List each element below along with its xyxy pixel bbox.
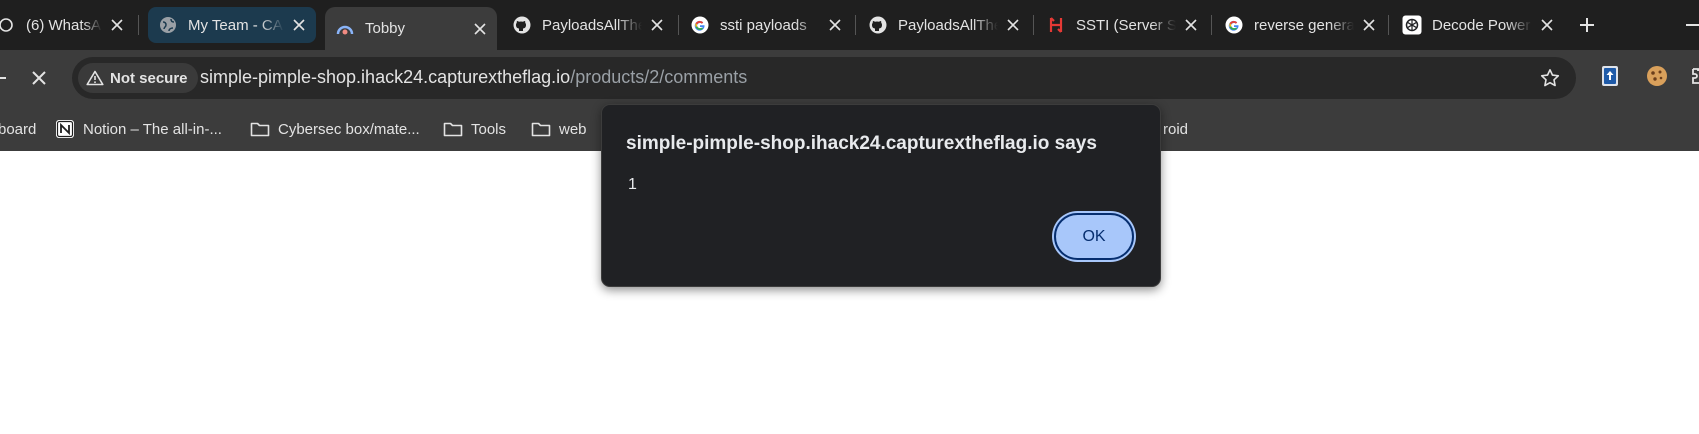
stop-loading-button[interactable] xyxy=(22,61,56,95)
new-tab-button[interactable] xyxy=(1572,10,1602,40)
security-chip[interactable]: Not secure xyxy=(78,63,198,93)
close-icon[interactable] xyxy=(1360,16,1378,34)
notion-icon xyxy=(55,119,75,139)
url-path: /products/2/comments xyxy=(570,67,748,87)
folder-icon xyxy=(250,119,270,139)
close-icon xyxy=(32,71,46,85)
tab-my-team[interactable]: My Team - CA xyxy=(148,7,316,43)
tab-ssti-hacktricks[interactable]: SSTI (Server Side xyxy=(1036,7,1208,43)
security-label: Not secure xyxy=(110,69,188,87)
tab-whatsapp[interactable]: (6) WhatsApp xyxy=(0,7,134,43)
globe-icon xyxy=(158,15,178,35)
tab-title: PayloadsAllTheThings xyxy=(542,16,642,34)
tab-separator xyxy=(855,15,856,35)
bookmark-label: roid xyxy=(1163,120,1189,138)
close-icon[interactable] xyxy=(826,16,844,34)
plus-icon xyxy=(1580,18,1594,32)
close-icon[interactable] xyxy=(1538,16,1556,34)
url-text: simple-pimple-shop.ihack24.capturexthefl… xyxy=(200,67,747,88)
tab-title: ssti payloads xyxy=(720,16,807,34)
tab-ssti-payloads[interactable]: ssti payloads xyxy=(680,7,852,43)
close-icon[interactable] xyxy=(1182,16,1200,34)
ok-button[interactable]: OK xyxy=(1054,213,1134,260)
bookmark-folder-web[interactable]: web xyxy=(531,118,587,140)
back-arrow-icon[interactable] xyxy=(0,77,6,79)
extensions-puzzle-icon[interactable] xyxy=(1690,64,1699,88)
openai-icon xyxy=(1402,15,1422,35)
cookie-extension-icon[interactable] xyxy=(1645,64,1669,88)
github-icon xyxy=(868,15,888,35)
tab-separator xyxy=(138,15,139,35)
navigation-toolbar: Not secure simple-pimple-shop.ihack24.ca… xyxy=(0,50,1699,108)
tab-separator xyxy=(1388,15,1389,35)
close-icon[interactable] xyxy=(471,20,489,38)
url-host: simple-pimple-shop.ihack24.capturexthefl… xyxy=(200,67,571,87)
folder-icon xyxy=(531,119,551,139)
tab-title: SSTI (Server Side xyxy=(1076,16,1176,34)
tab-tobby[interactable]: Tobby xyxy=(325,7,497,50)
hacktricks-icon xyxy=(1046,15,1066,35)
whatsapp-icon xyxy=(0,15,16,35)
tab-separator xyxy=(1033,15,1034,35)
tab-title: reverse generator xyxy=(1254,16,1354,34)
star-icon xyxy=(1540,69,1560,87)
tab-title: Tobby xyxy=(365,20,406,37)
bookmark-label: Notion – The all-in-... xyxy=(83,120,222,138)
tab-separator xyxy=(678,15,679,35)
folder-icon xyxy=(443,119,463,139)
bookmark-label: Cybersec box/mate... xyxy=(278,120,420,138)
github-icon xyxy=(512,15,532,35)
dialog-message: 1 xyxy=(628,176,637,193)
address-bar[interactable]: Not secure simple-pimple-shop.ihack24.ca… xyxy=(72,57,1576,99)
tab-title: (6) WhatsApp xyxy=(26,16,102,34)
warning-icon xyxy=(86,70,104,86)
google-icon xyxy=(690,15,710,35)
tab-title: Decode Power xyxy=(1432,16,1531,34)
close-icon[interactable] xyxy=(1004,16,1022,34)
bookmark-folder-cybersec[interactable]: Cybersec box/mate... xyxy=(250,118,420,140)
dialog-title: simple-pimple-shop.ihack24.capturexthefl… xyxy=(626,133,1097,154)
bookmark-label: Tools xyxy=(471,120,507,138)
tab-title: My Team - CA xyxy=(188,16,283,34)
tab-reverse-generator[interactable]: reverse generator xyxy=(1214,7,1386,43)
tab-payloadsallthethings-1[interactable]: PayloadsAllTheThings xyxy=(502,7,674,43)
bookmark-star-button[interactable] xyxy=(1538,66,1562,90)
bookmark-board[interactable]: board xyxy=(0,118,36,140)
bookmark-folder-tools[interactable]: Tools xyxy=(443,118,506,140)
google-icon xyxy=(1224,15,1244,35)
tab-strip: (6) WhatsApp My Team - CA Tobby xyxy=(0,0,1699,50)
bookmark-label: board xyxy=(0,120,37,138)
tab-payloadsallthethings-2[interactable]: PayloadsAllTheThings xyxy=(858,7,1030,43)
tobby-icon xyxy=(335,19,355,39)
bookmark-label: web xyxy=(559,120,587,138)
tab-decode-power[interactable]: Decode Power xyxy=(1392,7,1564,43)
tab-separator xyxy=(1211,15,1212,35)
bookmark-android[interactable]: roid xyxy=(1163,118,1188,140)
minimize-window-button[interactable] xyxy=(1686,24,1699,26)
close-icon[interactable] xyxy=(108,16,126,34)
close-icon[interactable] xyxy=(290,16,308,34)
alert-dialog: simple-pimple-shop.ihack24.capturexthefl… xyxy=(601,104,1161,287)
close-icon[interactable] xyxy=(648,16,666,34)
upload-extension-icon[interactable] xyxy=(1600,65,1620,87)
tab-title: PayloadsAllTheThings xyxy=(898,16,998,34)
bookmark-notion[interactable]: Notion – The all-in-... xyxy=(55,118,222,140)
